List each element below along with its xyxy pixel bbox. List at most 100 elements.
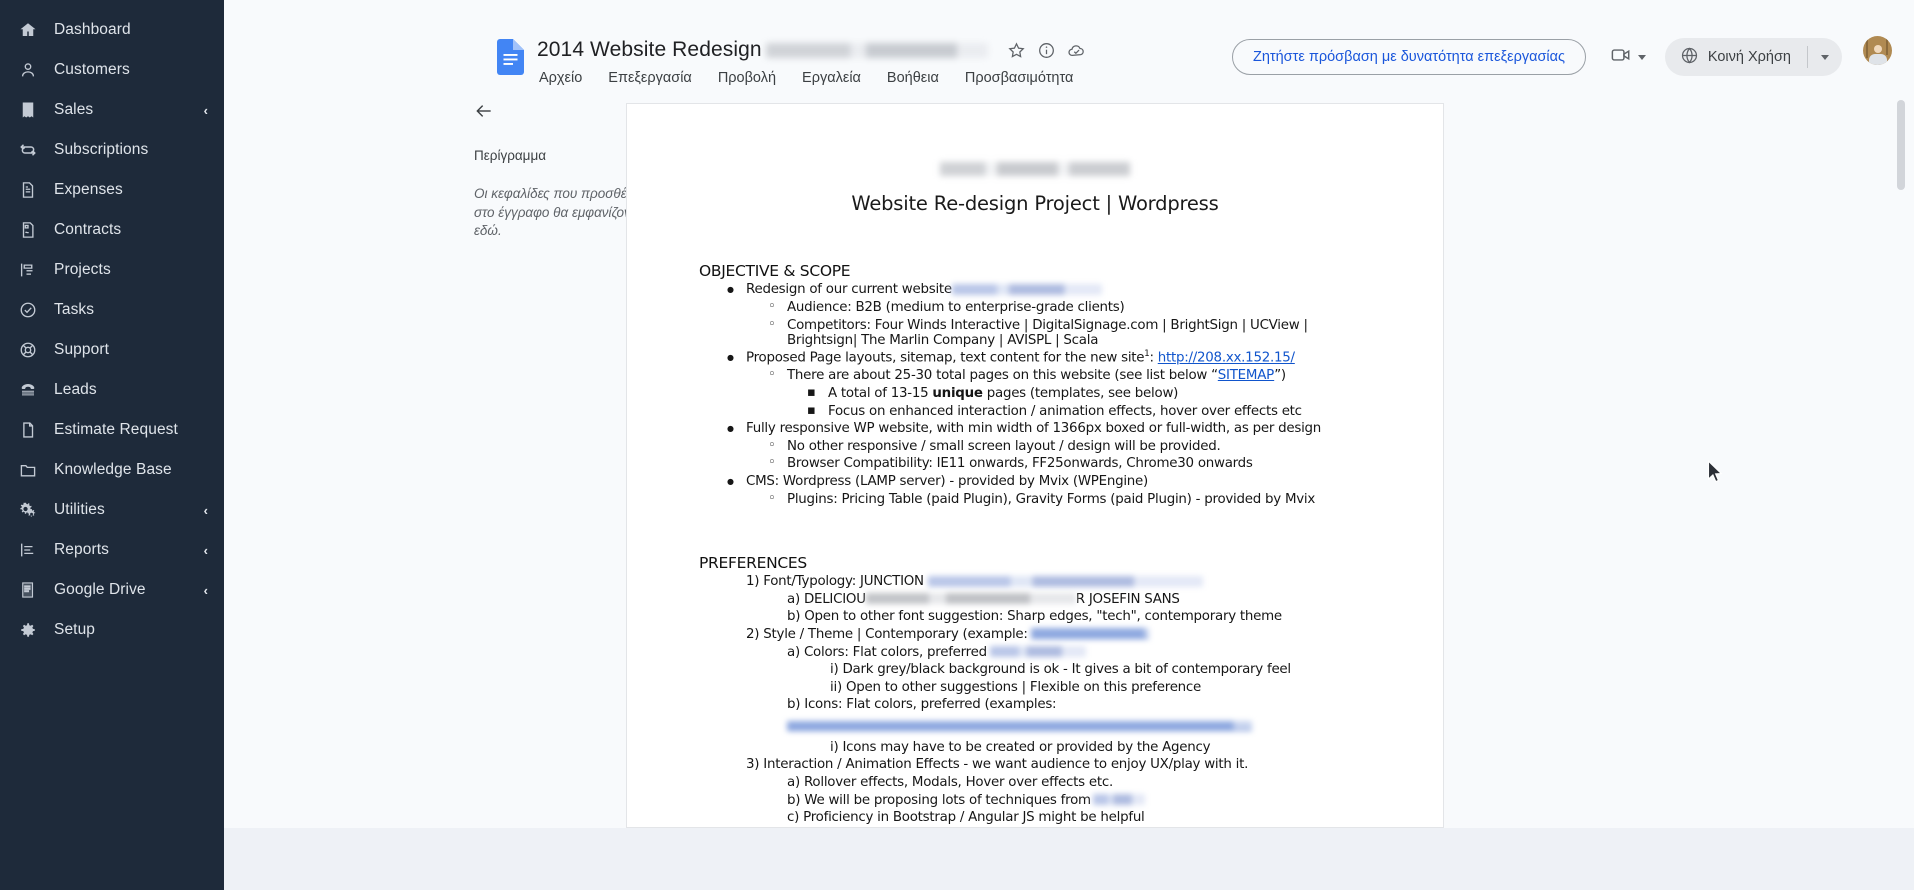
redacted-inline: [865, 593, 1076, 605]
star-icon[interactable]: [1006, 39, 1028, 61]
sitemap-link[interactable]: SITEMAP: [1218, 368, 1275, 383]
list-item: Focus on enhanced interaction / animatio…: [699, 404, 1371, 419]
list-item-text: Colors: Flat colors, preferred: [803, 644, 987, 660]
list-marker: b): [787, 697, 801, 713]
request-edit-access-button[interactable]: Ζητήστε πρόσβαση με δυνατότητα επεξεργασ…: [1231, 39, 1586, 75]
video-camera-icon: [1610, 44, 1632, 71]
cloud-saved-icon[interactable]: [1066, 39, 1088, 61]
redacted-link-inline[interactable]: [1030, 628, 1149, 640]
list-item: Plugins: Pricing Table (paid Plugin), Gr…: [699, 492, 1371, 507]
sidebar-item-label: Projects: [54, 261, 111, 278]
avatar-detail: [1869, 54, 1887, 65]
list-item-text-post: pages (templates, see below): [982, 386, 1179, 402]
sidebar-item-tasks[interactable]: Tasks: [0, 290, 224, 330]
avatar-detail: [1874, 45, 1882, 53]
sidebar-item-customers[interactable]: Customers: [0, 50, 224, 90]
menu-edit[interactable]: Επεξεργασία: [606, 68, 694, 88]
menu-file[interactable]: Αρχείο: [537, 68, 584, 88]
list-item: [699, 719, 1371, 734]
list-item: c) Proficiency in Bootstrap / Angular JS…: [699, 810, 1371, 825]
list-item: i) Dark grey/black background is ok - It…: [699, 662, 1371, 677]
list-item-text: No other responsive / small screen layou…: [787, 438, 1221, 454]
site-link[interactable]: http://208.xx.152.15/: [1158, 351, 1295, 366]
menu-accessibility[interactable]: Προσβασιμότητα: [963, 68, 1076, 88]
sidebar-item-estimate-request[interactable]: Estimate Request: [0, 410, 224, 450]
redacted-link-block[interactable]: [787, 720, 1252, 731]
user-avatar[interactable]: [1863, 36, 1892, 65]
sidebar-item-label: Subscriptions: [54, 141, 149, 158]
list-item-text: Fully responsive WP website, with min wi…: [746, 421, 1322, 437]
sidebar-item-label: Google Drive: [54, 581, 146, 598]
vertical-scrollbar-track[interactable]: [1896, 96, 1906, 828]
list-item-text: Proficiency in Bootstrap / Angular JS mi…: [803, 810, 1145, 826]
bullet-circle-icon: [768, 456, 775, 471]
chevron-left-icon[interactable]: ‹: [204, 544, 208, 557]
list-item-text: Competitors: Four Winds Interactive | Di…: [787, 317, 1308, 348]
document-page[interactable]: Website Re-design Project | Wordpress OB…: [626, 103, 1444, 828]
sidebar-item-reports[interactable]: Reports ‹: [0, 530, 224, 570]
sidebar-item-knowledge-base[interactable]: Knowledge Base: [0, 450, 224, 490]
sidebar-item-dashboard[interactable]: Dashboard: [0, 10, 224, 50]
document-title[interactable]: 2014 Website Redesign: [537, 38, 762, 62]
chevron-left-icon[interactable]: ‹: [204, 504, 208, 517]
list-item: 3) Interaction / Animation Effects - we …: [699, 757, 1371, 772]
vertical-scrollbar-thumb[interactable]: [1897, 100, 1905, 190]
list-marker: 1): [746, 574, 760, 590]
menu-help[interactable]: Βοήθεια: [885, 68, 941, 88]
main-area: 2014 Website Redesign Αρχείο Επεξεργασία: [224, 0, 1914, 890]
refresh-icon: [17, 139, 39, 161]
share-main[interactable]: Κοινή Χρήση: [1665, 38, 1807, 76]
bar-chart-icon: [17, 539, 39, 561]
docs-header: 2014 Website Redesign Αρχείο Επεξεργασία: [224, 0, 1914, 96]
list-item-text: Plugins: Pricing Table (paid Plugin), Gr…: [787, 491, 1316, 507]
list-marker: 3): [746, 757, 760, 773]
chevron-down-icon[interactable]: [1638, 55, 1646, 60]
list-marker: b): [787, 792, 801, 808]
share-button[interactable]: Κοινή Χρήση: [1664, 38, 1842, 76]
sidebar-item-google-drive[interactable]: Google Drive ‹: [0, 570, 224, 610]
sidebar-item-projects[interactable]: Projects: [0, 250, 224, 290]
sidebar-item-subscriptions[interactable]: Subscriptions: [0, 130, 224, 170]
sidebar-item-label: Leads: [54, 381, 97, 398]
list-item: Competitors: Four Winds Interactive | Di…: [699, 318, 1371, 348]
list-item-text: CMS: Wordpress (LAMP server) - provided …: [746, 474, 1149, 489]
meet-button[interactable]: [1610, 44, 1646, 71]
chevron-left-icon[interactable]: ‹: [204, 584, 208, 597]
list-marker: a): [787, 591, 800, 607]
sidebar-item-support[interactable]: Support: [0, 330, 224, 370]
sidebar-item-sales[interactable]: Sales ‹: [0, 90, 224, 130]
info-icon[interactable]: [1036, 39, 1058, 61]
share-dropdown-toggle[interactable]: [1808, 38, 1842, 76]
list-item: There are about 25-30 total pages on thi…: [699, 368, 1371, 383]
sidebar-item-setup[interactable]: Setup: [0, 610, 224, 650]
list-marker: i): [830, 739, 839, 755]
sidebar-item-label: Utilities: [54, 501, 105, 518]
bullet-circle-icon: [768, 318, 775, 333]
list-item: 1) Font/Typology: JUNCTION: [699, 574, 1371, 589]
list-item: a) Rollover effects, Modals, Hover over …: [699, 775, 1371, 790]
sidebar-item-expenses[interactable]: Expenses: [0, 170, 224, 210]
docs-embed-pane: 2014 Website Redesign Αρχείο Επεξεργασία: [224, 0, 1914, 828]
menu-view[interactable]: Προβολή: [716, 68, 778, 88]
sidebar-item-contracts[interactable]: Contracts: [0, 210, 224, 250]
list-item-text: Style / Theme | Contemporary (example:: [763, 626, 1028, 642]
list-item-text-post: ”): [1274, 368, 1286, 384]
sidebar-item-label: Contracts: [54, 221, 122, 238]
bullet-disc-icon: [727, 282, 734, 296]
sidebar-item-utilities[interactable]: Utilities ‹: [0, 490, 224, 530]
list-item-text: Open to other font suggestion: Sharp edg…: [804, 609, 1282, 625]
menu-tools[interactable]: Εργαλεία: [800, 68, 863, 88]
sidebar-item-leads[interactable]: Leads: [0, 370, 224, 410]
redacted-inline: [1092, 794, 1145, 806]
chevron-left-icon[interactable]: ‹: [204, 104, 208, 117]
lifebuoy-icon: [17, 339, 39, 361]
chevron-down-icon: [1821, 54, 1829, 60]
bullet-square-icon: [807, 386, 816, 401]
list-item: b) We will be proposing lots of techniqu…: [699, 793, 1371, 808]
list-item: A total of 13-15 unique pages (templates…: [699, 386, 1371, 401]
outline-back-button[interactable]: [474, 100, 500, 126]
list-item-text: Proposed Page layouts, sitemap, text con…: [746, 350, 1145, 366]
share-label: Κοινή Χρήση: [1707, 49, 1791, 65]
list-item-text: Dark grey/black background is ok - It gi…: [842, 662, 1291, 678]
sidebar-item-label: Estimate Request: [54, 421, 178, 438]
